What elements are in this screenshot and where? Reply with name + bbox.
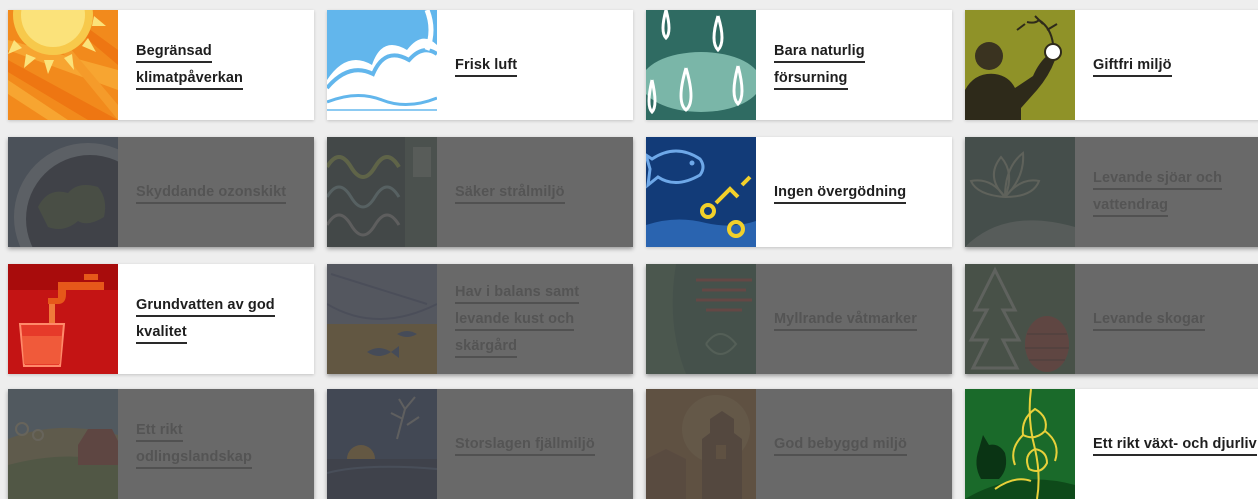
goal-card-ett-rikt-vaxt-och-djurliv[interactable]: Ett rikt växt- och djurliv	[965, 389, 1258, 499]
goal-card-skyddande-ozonskikt[interactable]: Skyddande ozonskikt	[8, 137, 314, 247]
wetland-icon	[646, 264, 756, 374]
clouds-icon	[327, 10, 437, 120]
goal-label: Storslagen fjällmiljö	[455, 431, 595, 458]
goal-label: Ingen övergödning	[774, 179, 907, 206]
farmland-icon	[8, 389, 118, 499]
waves-window-icon	[327, 137, 437, 247]
goal-card-ett-rikt-odlingslandskap[interactable]: Ett rikt odlingslandskap	[8, 389, 314, 499]
goal-label: Ett rikt odlingslandskap	[136, 417, 302, 471]
tap-glass-icon	[8, 264, 118, 374]
person-apple-icon	[965, 10, 1075, 120]
sun-icon	[8, 10, 118, 120]
goal-label: Säker strålmiljö	[455, 179, 565, 206]
goal-label: Hav i balans samt levande kust och skärg…	[455, 279, 621, 360]
goal-label: Levande sjöar och vattendrag	[1093, 165, 1258, 219]
forest-cone-icon	[965, 264, 1075, 374]
water-lily-icon	[965, 137, 1075, 247]
raindrops-icon	[646, 10, 756, 120]
goal-card-bara-naturlig-forsurning[interactable]: Bara naturlig försurning	[646, 10, 952, 120]
fish-bubbles-icon	[646, 137, 756, 247]
boat-fish-icon	[327, 264, 437, 374]
goal-label: Ett rikt växt- och djurliv	[1093, 431, 1257, 458]
goal-label: Frisk luft	[455, 52, 518, 79]
goal-label: Giftfri miljö	[1093, 52, 1172, 79]
goal-card-grundvatten-av-god-kvalitet[interactable]: Grundvatten av god kvalitet	[8, 264, 314, 374]
goal-label: Begränsad klimatpåverkan	[136, 38, 302, 92]
earth-icon	[8, 137, 118, 247]
mountain-icon	[327, 389, 437, 499]
goal-card-levande-sjoar-och-vattendrag[interactable]: Levande sjöar och vattendrag	[965, 137, 1258, 247]
goal-card-god-bebyggd-miljo[interactable]: God bebyggd miljö	[646, 389, 952, 499]
goal-label: Skyddande ozonskikt	[136, 179, 287, 206]
town-icon	[646, 389, 756, 499]
goal-card-saker-stralmiljo[interactable]: Säker strålmiljö	[327, 137, 633, 247]
goal-card-levande-skogar[interactable]: Levande skogar	[965, 264, 1258, 374]
goal-label: Grundvatten av god kvalitet	[136, 292, 302, 346]
goal-label: Levande skogar	[1093, 306, 1205, 333]
goal-label: God bebyggd miljö	[774, 431, 907, 458]
goal-card-storslagen-fjallmiljo[interactable]: Storslagen fjällmiljö	[327, 389, 633, 499]
goal-card-giftfri-miljo[interactable]: Giftfri miljö	[965, 10, 1258, 120]
goal-card-begransad-klimatpaverkan[interactable]: Begränsad klimatpåverkan	[8, 10, 314, 120]
goal-label: Bara naturlig försurning	[774, 38, 940, 92]
goal-card-myllrande-vatmarker[interactable]: Myllrande våtmarker	[646, 264, 952, 374]
goal-card-frisk-luft[interactable]: Frisk luft	[327, 10, 633, 120]
goal-card-ingen-overgodning[interactable]: Ingen övergödning	[646, 137, 952, 247]
goal-label: Myllrande våtmarker	[774, 306, 917, 333]
orchid-lynx-icon	[965, 389, 1075, 499]
goal-card-hav-i-balans[interactable]: Hav i balans samt levande kust och skärg…	[327, 264, 633, 374]
